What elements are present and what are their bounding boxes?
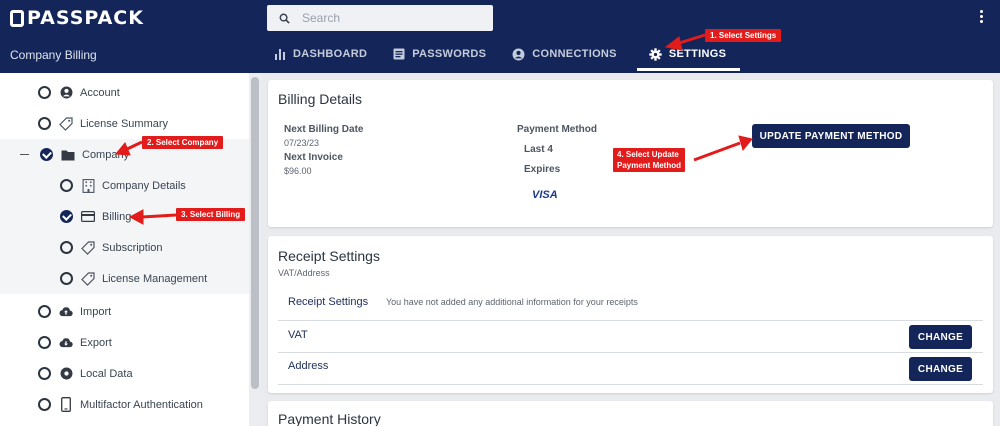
annotation-arrows (115, 33, 753, 225)
step2-arrowhead (115, 142, 131, 156)
step4-arrowhead (738, 135, 753, 152)
step3-arrowhead (128, 209, 144, 225)
step4-callout: 4. Select Update Payment Method (613, 148, 686, 172)
step1-callout: 1. Select Settings (705, 29, 782, 42)
step3-callout: 3. Select Billing (176, 208, 246, 221)
step4-callout-line1: 4. Select Update (617, 150, 679, 159)
step1-arrowhead (664, 36, 683, 51)
step3-arrow (141, 213, 177, 219)
step4-arrow (693, 141, 741, 162)
step4-callout-line2: Payment Method (617, 161, 682, 170)
step2-callout: 2. Select Company (142, 136, 224, 149)
